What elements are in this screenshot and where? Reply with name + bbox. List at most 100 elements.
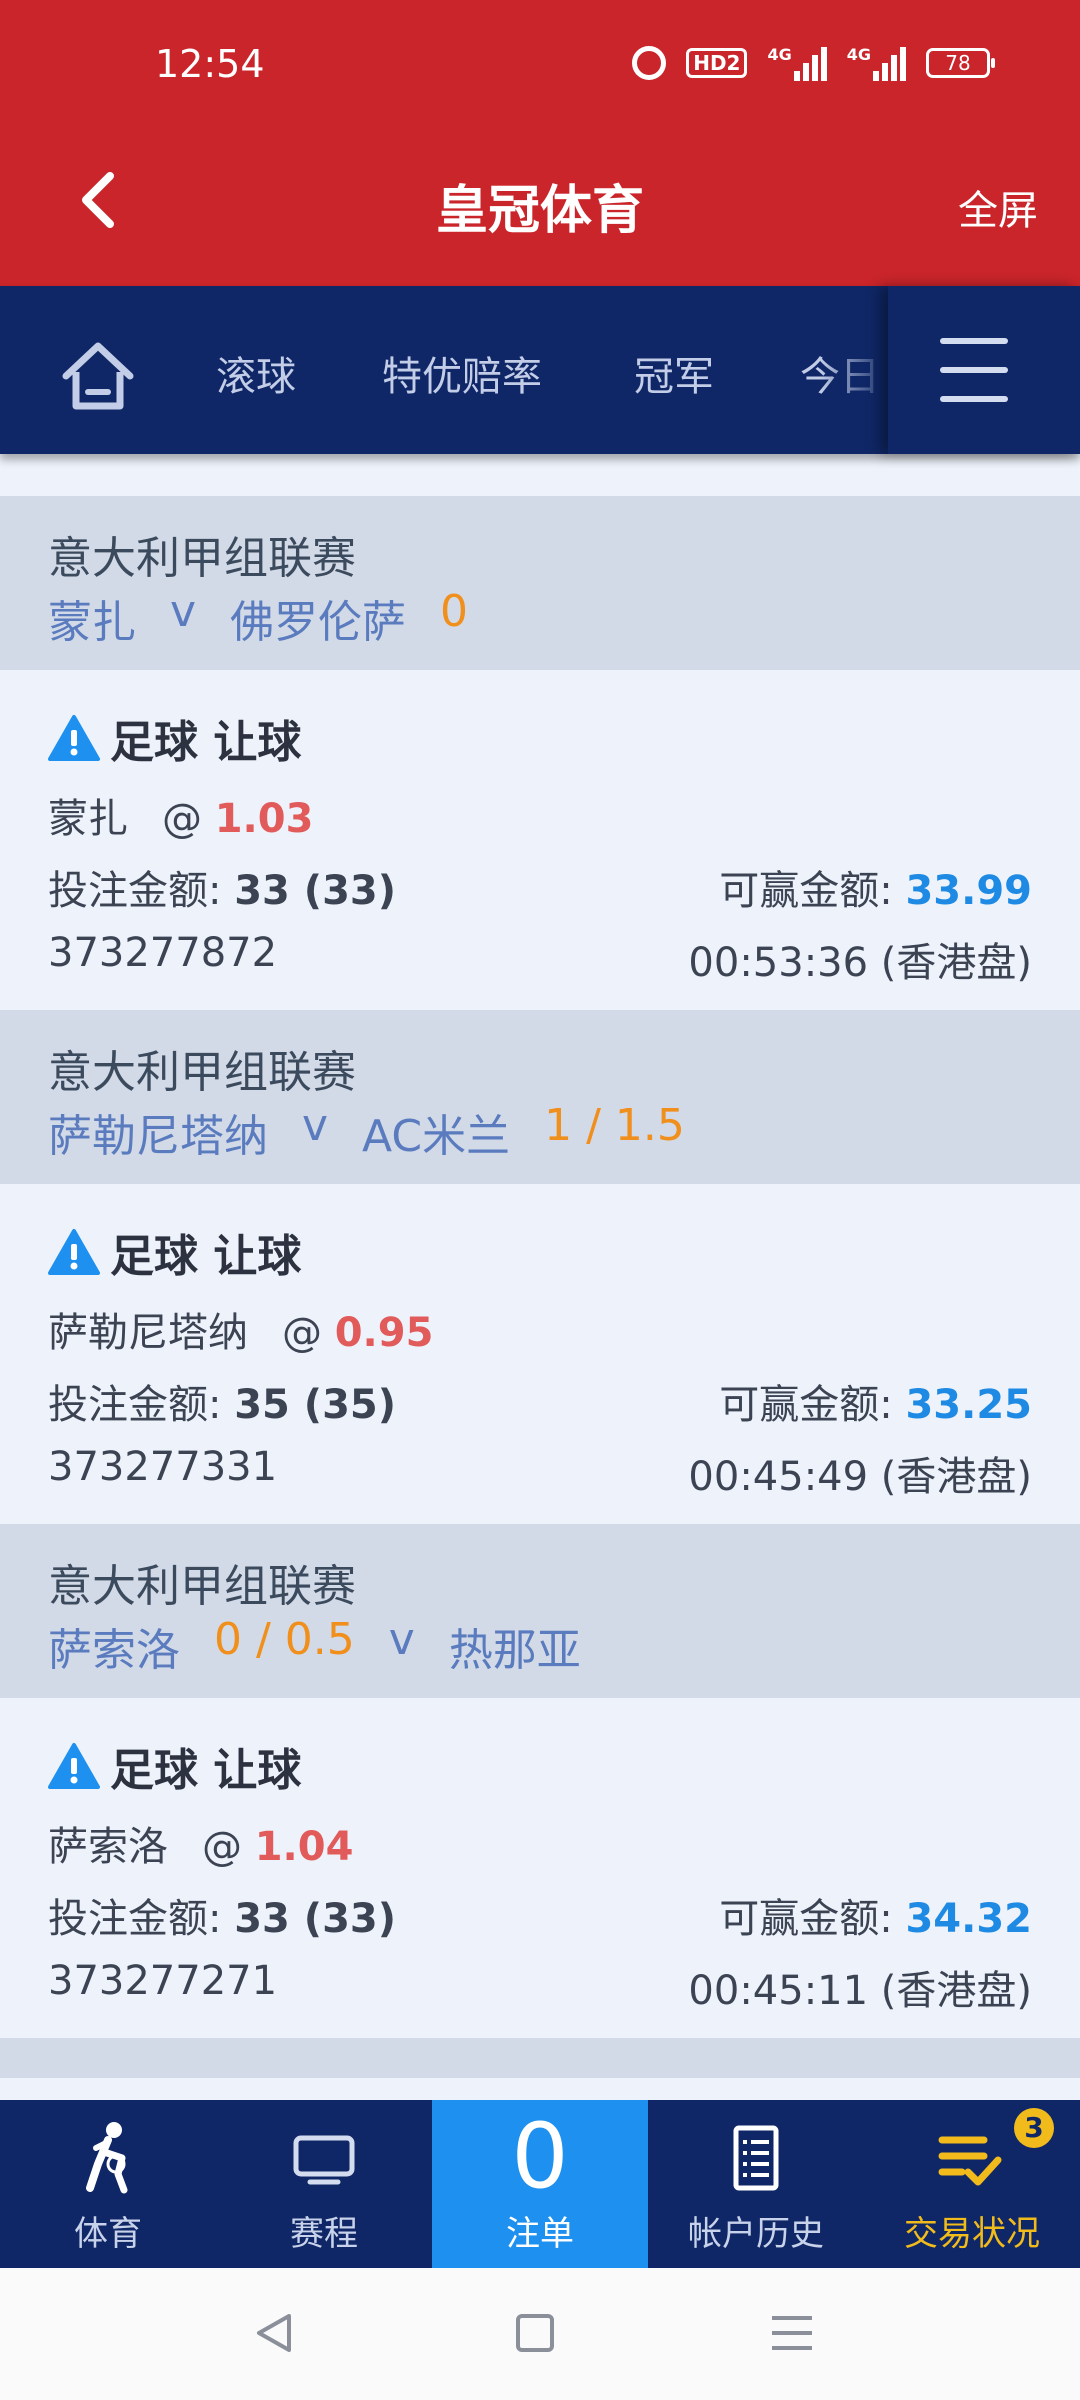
league-name: 意大利甲组联赛 [48,533,356,584]
match-line: 萨索洛 0 / 0.5 v 热那亚 [48,1614,581,1678]
bet-type: 足球 让球 [48,1734,301,1798]
pick-team: 萨勒尼塔纳 [48,1310,248,1356]
pick-line: 蒙扎 @ 1.03 [48,786,313,844]
home-icon [62,342,134,410]
away-team: 佛罗伦萨 [230,597,407,648]
sports-player-icon [86,2122,128,2194]
pick-team: 萨索洛 [48,1824,168,1870]
tv-icon [293,2135,355,2185]
home-team: 蒙扎 [48,597,136,648]
back-triangle-icon[interactable] [245,2308,305,2358]
recents-menu-icon[interactable] [762,2308,822,2358]
home-team: 萨勒尼塔纳 [48,1111,268,1162]
tab-sports[interactable]: 体育 [0,2100,216,2268]
bet-type: 足球 让球 [48,1220,301,1284]
vs-label: v [388,1614,415,1665]
pick-line: 萨勒尼塔纳 @ 0.95 [48,1300,433,1358]
league-name: 意大利甲组联赛 [48,1561,356,1612]
stake: 投注金额: 33 (33) [48,858,396,916]
signal-icon: 4G [767,45,827,81]
status-bar: 12:54 HD2 4G 4G 78 [0,0,1080,140]
page-title: 皇冠体育 [435,181,644,241]
bet-type: 足球 让球 [48,706,301,770]
win-value: 33.99 [905,868,1032,914]
next-match-header [0,2038,1080,2078]
hd-voice-icon: HD2 [686,48,748,78]
tab-label: 注单 [506,2214,574,2254]
tab-outright[interactable]: 冠军 [634,344,714,402]
ticket-id: 373277872 [48,930,278,976]
battery-icon: 78 [926,48,995,78]
ticket-time: 00:45:49 (香港盘) [688,1454,1032,1500]
match-line: 蒙扎 v 佛罗伦萨 0 [48,586,468,650]
stake-label: 投注金额: [48,868,222,914]
match-header: 意大利甲组联赛 蒙扎 v 佛罗伦萨 0 [0,496,1080,670]
tab-in-play[interactable]: 滚球 [216,344,296,402]
bet-type-label: 足球 让球 [110,1745,302,1796]
tab-special-odds[interactable]: 特优赔率 [382,344,542,402]
bet-type-label: 足球 让球 [110,717,302,768]
tab-trade-status[interactable]: 3 交易状况 [864,2100,1080,2268]
bet-card[interactable]: 足球 让球 萨勒尼塔纳 @ 0.95 投注金额: 35 (35) 可赢金额: 33… [0,1184,1080,1524]
odds: 1.04 [254,1824,354,1870]
tab-label: 赛程 [290,2214,358,2254]
notification-badge: 3 [1014,2108,1054,2148]
tab-schedule[interactable]: 赛程 [216,2100,432,2268]
menu-button[interactable] [888,286,1080,454]
tab-label: 体育 [74,2214,142,2254]
ticket-time: 00:45:11 (香港盘) [688,1968,1032,2014]
away-team: 热那亚 [448,1625,581,1676]
sports-nav-bar: 滚球 特优赔率 冠军 今日 [0,286,1080,454]
tab-label: 交易状况 [904,2214,1040,2254]
warning-icon [48,1228,100,1276]
stake: 投注金额: 35 (35) [48,1372,396,1430]
handicap: 0 / 0.5 [214,1614,355,1665]
potential-win: 可赢金额: 33.25 [719,1372,1032,1430]
bet-card[interactable]: 足球 让球 蒙扎 @ 1.03 投注金额: 33 (33) 可赢金额: 33.99… [0,670,1080,1010]
at-sign: @ [282,1310,322,1356]
win-label: 可赢金额: [719,868,893,914]
document-list-icon [733,2125,779,2191]
match-header: 意大利甲组联赛 萨勒尼塔纳 v AC米兰 1 / 1.5 [0,1010,1080,1184]
win-label: 可赢金额: [719,1896,893,1942]
system-nav-bar [0,2268,1080,2400]
home-button[interactable] [58,336,138,416]
stake-value: 33 (33) [234,1896,397,1942]
ticket-id: 373277271 [48,1958,278,2004]
tab-bet-slip[interactable]: 0 注单 [432,2100,648,2268]
stake-label: 投注金额: [48,1382,222,1428]
tab-account-history[interactable]: 帐户历史 [648,2100,864,2268]
hamburger-icon [940,338,1008,344]
win-value: 34.32 [905,1896,1032,1942]
at-sign: @ [202,1824,242,1870]
warning-icon [48,714,100,762]
stake-value: 35 (35) [234,1382,397,1428]
fullscreen-button[interactable]: 全屏 [958,178,1038,236]
odds: 1.03 [214,796,314,842]
odds: 0.95 [334,1310,434,1356]
match-line: 萨勒尼塔纳 v AC米兰 1 / 1.5 [48,1100,685,1164]
stake-label: 投注金额: [48,1896,222,1942]
bet-slip-count: 0 [511,2104,569,2209]
away-team: AC米兰 [362,1111,511,1162]
bottom-tab-bar: 体育 赛程 0 注单 帐户历史 3 交易状况 [0,2100,1080,2268]
potential-win: 可赢金额: 33.99 [719,858,1032,916]
bet-type-label: 足球 让球 [110,1231,302,1282]
alarm-icon [632,46,667,80]
at-sign: @ [162,796,202,842]
home-team: 萨索洛 [48,1625,180,1676]
home-square-icon[interactable] [505,2308,565,2358]
bet-list: 意大利甲组联赛 蒙扎 v 佛罗伦萨 0 足球 让球 蒙扎 @ 1.03 投注金额:… [0,496,1080,2078]
vs-label: v [170,586,197,637]
league-name: 意大利甲组联赛 [48,1047,356,1098]
win-label: 可赢金额: [719,1382,893,1428]
bet-card[interactable]: 足球 让球 萨索洛 @ 1.04 投注金额: 33 (33) 可赢金额: 34.3… [0,1698,1080,2038]
nav-fade [820,286,890,454]
potential-win: 可赢金额: 34.32 [719,1886,1032,1944]
stake-value: 33 (33) [234,868,397,914]
tab-label: 帐户历史 [688,2214,824,2254]
status-time: 12:54 [155,42,265,86]
vs-label: v [302,1100,329,1151]
app-header: 皇冠体育 全屏 [0,140,1080,286]
pick-team: 蒙扎 [48,796,128,842]
